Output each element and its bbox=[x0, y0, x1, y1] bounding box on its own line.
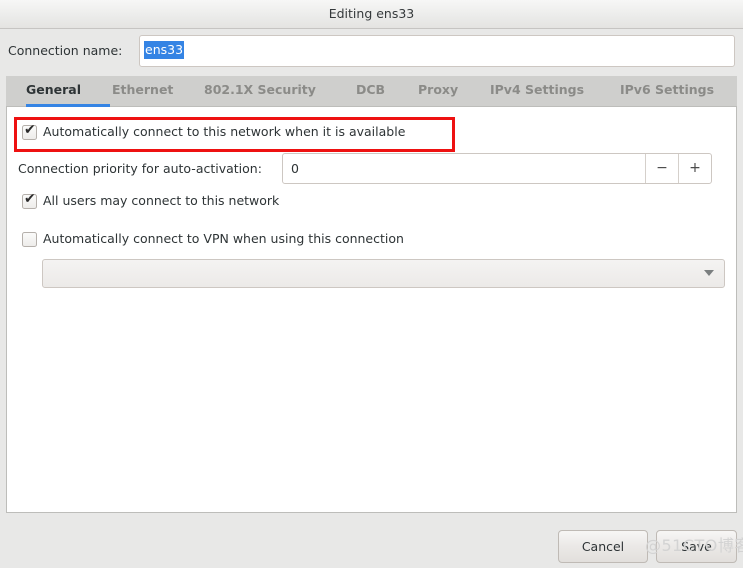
vpn-autoconnect-checkbox[interactable] bbox=[22, 232, 37, 247]
connection-name-value: ens33 bbox=[144, 41, 185, 59]
chevron-down-icon bbox=[704, 270, 714, 276]
save-button[interactable]: Save bbox=[656, 530, 737, 563]
autoconnect-label: Automatically connect to this network wh… bbox=[43, 124, 406, 139]
checkmark-icon: ✔ bbox=[24, 191, 36, 207]
connection-name-input[interactable]: ens33 bbox=[139, 35, 735, 67]
tab-dcb[interactable]: DCB bbox=[356, 76, 400, 107]
priority-increment-button[interactable]: + bbox=[678, 154, 711, 183]
cancel-button[interactable]: Cancel bbox=[558, 530, 648, 563]
connection-name-label: Connection name: bbox=[8, 43, 123, 58]
window-title: Editing ens33 bbox=[328, 6, 415, 21]
vpn-connection-combobox[interactable] bbox=[42, 259, 725, 288]
tab-general[interactable]: General bbox=[26, 76, 110, 107]
all-users-checkbox[interactable]: ✔ bbox=[22, 191, 37, 209]
checkmark-icon: ✔ bbox=[24, 122, 36, 138]
window-titlebar: Editing ens33 bbox=[0, 0, 743, 29]
connection-name-row: Connection name: ens33 bbox=[0, 30, 743, 74]
tab-ipv4-settings[interactable]: IPv4 Settings bbox=[490, 76, 606, 107]
tab-proxy[interactable]: Proxy bbox=[418, 76, 474, 107]
vpn-autoconnect-label: Automatically connect to VPN when using … bbox=[43, 231, 404, 246]
connection-priority-spinner[interactable]: 0 − + bbox=[282, 153, 712, 184]
tab-8021x-security[interactable]: 802.1X Security bbox=[204, 76, 342, 107]
all-users-label: All users may connect to this network bbox=[43, 193, 280, 208]
tab-ethernet[interactable]: Ethernet bbox=[112, 76, 196, 107]
autoconnect-checkbox[interactable]: ✔ bbox=[22, 122, 37, 140]
connection-priority-label: Connection priority for auto-activation: bbox=[18, 161, 262, 176]
tab-ipv6-settings[interactable]: IPv6 Settings bbox=[620, 76, 736, 107]
settings-tab-bar: General Ethernet 802.1X Security DCB Pro… bbox=[6, 76, 737, 107]
editing-connection-dialog: Editing ens33 Connection name: ens33 Gen… bbox=[0, 0, 743, 568]
connection-priority-value[interactable]: 0 bbox=[283, 154, 645, 183]
priority-decrement-button[interactable]: − bbox=[645, 154, 678, 183]
